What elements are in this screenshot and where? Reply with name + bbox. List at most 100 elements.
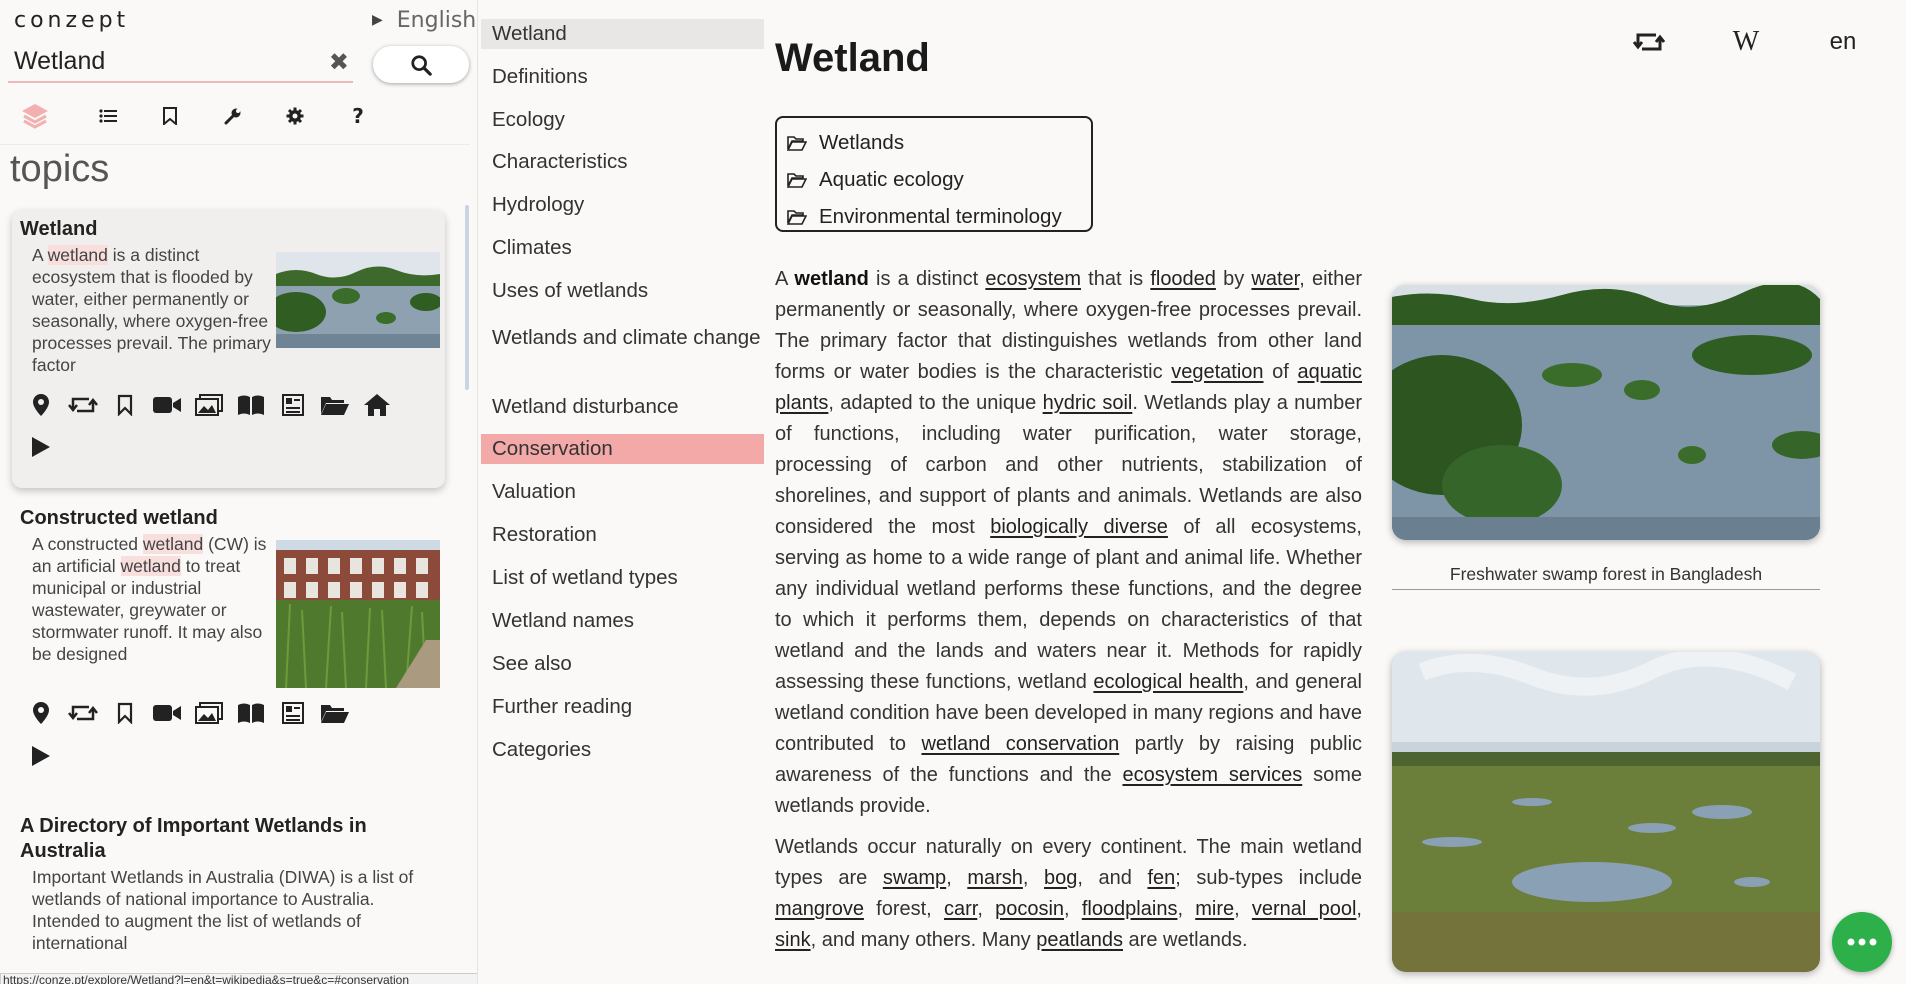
text-segment: forest, [863, 898, 944, 920]
wikipedia-icon[interactable]: W [1724, 22, 1768, 62]
article-link[interactable]: hydric soil [1043, 392, 1133, 414]
toc-item[interactable]: Categories [481, 735, 764, 765]
article: Wetland W en Wetlands Aquatic ecology En… [765, 0, 1906, 984]
folder-open-icon[interactable] [320, 390, 350, 420]
gear-icon[interactable] [280, 98, 310, 134]
article-link[interactable]: pocosin [995, 898, 1064, 920]
article-link[interactable]: water [1251, 268, 1299, 290]
category-link[interactable]: Aquatic ecology [787, 161, 1081, 198]
search-highlight: wetland [142, 534, 204, 554]
card-thumbnail[interactable] [276, 540, 440, 688]
sidebar-toolbar: ? [20, 98, 470, 138]
clear-search-icon[interactable]: ✖ [329, 48, 349, 76]
article-link[interactable]: ecosystem services [1122, 764, 1302, 786]
toc-item[interactable]: See also [481, 649, 764, 679]
article-link[interactable]: mire [1195, 898, 1234, 920]
article-link[interactable]: wetland conservation [921, 733, 1119, 755]
retweet-icon[interactable] [1629, 22, 1669, 62]
toc-item[interactable]: Restoration [481, 520, 764, 550]
map-pin-icon[interactable] [26, 698, 56, 728]
more-options-button[interactable] [1832, 912, 1892, 972]
list-icon[interactable] [93, 98, 123, 134]
article-link[interactable]: marsh [967, 867, 1023, 889]
language-selector[interactable]: ▶ English [372, 8, 476, 33]
toc-item[interactable]: Uses of wetlands [481, 276, 764, 306]
bookmark-icon[interactable] [110, 698, 140, 728]
app-logo[interactable]: conzept [14, 8, 129, 33]
toc-item[interactable]: Definitions [481, 62, 764, 92]
text-segment: , [977, 898, 996, 920]
bookmark-icon[interactable] [110, 390, 140, 420]
topic-card-constructed-wetland[interactable]: Constructed wetland A constructed wetlan… [12, 505, 445, 775]
card-title[interactable]: A Directory of Important Wetlands in Aus… [20, 814, 440, 864]
article-link[interactable]: vegetation [1171, 361, 1263, 383]
article-link[interactable]: sink [775, 929, 811, 951]
toc-item[interactable]: Climates [481, 233, 764, 263]
toc-item[interactable]: Hydrology [481, 190, 764, 220]
video-icon[interactable] [152, 390, 182, 420]
play-icon[interactable] [30, 432, 56, 462]
images-icon[interactable] [194, 698, 224, 728]
article-link[interactable]: carr [944, 898, 977, 920]
text-segment: A [32, 245, 48, 265]
map-pin-icon[interactable] [26, 390, 56, 420]
article-link[interactable]: ecological health [1093, 671, 1243, 693]
newspaper-icon[interactable] [278, 698, 308, 728]
wrench-icon[interactable] [218, 98, 248, 134]
toc-item[interactable]: Conservation [481, 434, 764, 464]
toc-item[interactable]: Wetlands and climate change [481, 320, 764, 356]
scrollbar[interactable] [465, 205, 469, 390]
text-segment: , [1356, 898, 1362, 920]
retweet-icon[interactable] [68, 698, 98, 728]
layers-icon[interactable] [20, 98, 50, 134]
search-input[interactable] [14, 44, 314, 78]
article-link[interactable]: peatlands [1036, 929, 1123, 951]
folder-open-icon[interactable] [320, 698, 350, 728]
toc-item[interactable]: Valuation [481, 477, 764, 507]
article-link[interactable]: mangrove [775, 898, 864, 920]
help-icon[interactable]: ? [343, 98, 373, 134]
card-thumbnail[interactable] [276, 252, 440, 348]
video-icon[interactable] [152, 698, 182, 728]
toc-item[interactable]: Further reading [481, 692, 764, 722]
home-icon[interactable] [362, 390, 392, 420]
category-link[interactable]: Environmental terminology [787, 198, 1081, 235]
folder-open-icon [787, 172, 807, 188]
article-link[interactable]: floodplains [1082, 898, 1178, 920]
article-link[interactable]: ecosystem [985, 268, 1081, 290]
language-code[interactable]: en [1818, 22, 1868, 62]
newspaper-icon[interactable] [278, 390, 308, 420]
category-label: Aquatic ecology [819, 167, 964, 191]
status-url: https://conze.pt/explore/Wetland?l=en&t=… [0, 973, 477, 984]
bookmark-icon[interactable] [155, 98, 185, 134]
card-title[interactable]: Wetland [20, 218, 97, 241]
search-button[interactable] [373, 46, 469, 83]
toc-item[interactable]: List of wetland types [481, 563, 764, 593]
card-title[interactable]: Constructed wetland [20, 507, 218, 530]
toc-item[interactable]: Ecology [481, 105, 764, 135]
images-icon[interactable] [194, 390, 224, 420]
figure-image[interactable] [1392, 652, 1820, 972]
category-link[interactable]: Wetlands [787, 124, 1081, 161]
article-paragraph: A wetland is a distinct ecosystem that i… [775, 264, 1362, 822]
toc-item[interactable]: Wetland [481, 19, 764, 49]
book-icon[interactable] [236, 390, 266, 420]
category-label: Environmental terminology [819, 204, 1062, 228]
retweet-icon[interactable] [68, 390, 98, 420]
topic-card-diwa[interactable]: A Directory of Important Wetlands in Aus… [12, 814, 445, 984]
toc-item[interactable]: Wetland disturbance [481, 392, 764, 422]
article-link[interactable]: swamp [883, 867, 946, 889]
article-link[interactable]: bog [1044, 867, 1077, 889]
article-link[interactable]: biologically diverse [990, 516, 1168, 538]
topic-card-wetland[interactable]: Wetland A wetland is a distinct ecosyste… [12, 210, 445, 488]
figure-image[interactable] [1392, 285, 1820, 540]
play-icon[interactable] [30, 741, 56, 771]
toc-item[interactable]: Wetland names [481, 606, 764, 636]
text-segment: , and [1077, 867, 1148, 889]
text-segment: , [1064, 898, 1082, 920]
article-link[interactable]: flooded [1150, 268, 1216, 290]
toc-item[interactable]: Characteristics [481, 147, 764, 177]
article-link[interactable]: fen [1147, 867, 1175, 889]
article-link[interactable]: vernal pool [1252, 898, 1357, 920]
book-icon[interactable] [236, 698, 266, 728]
